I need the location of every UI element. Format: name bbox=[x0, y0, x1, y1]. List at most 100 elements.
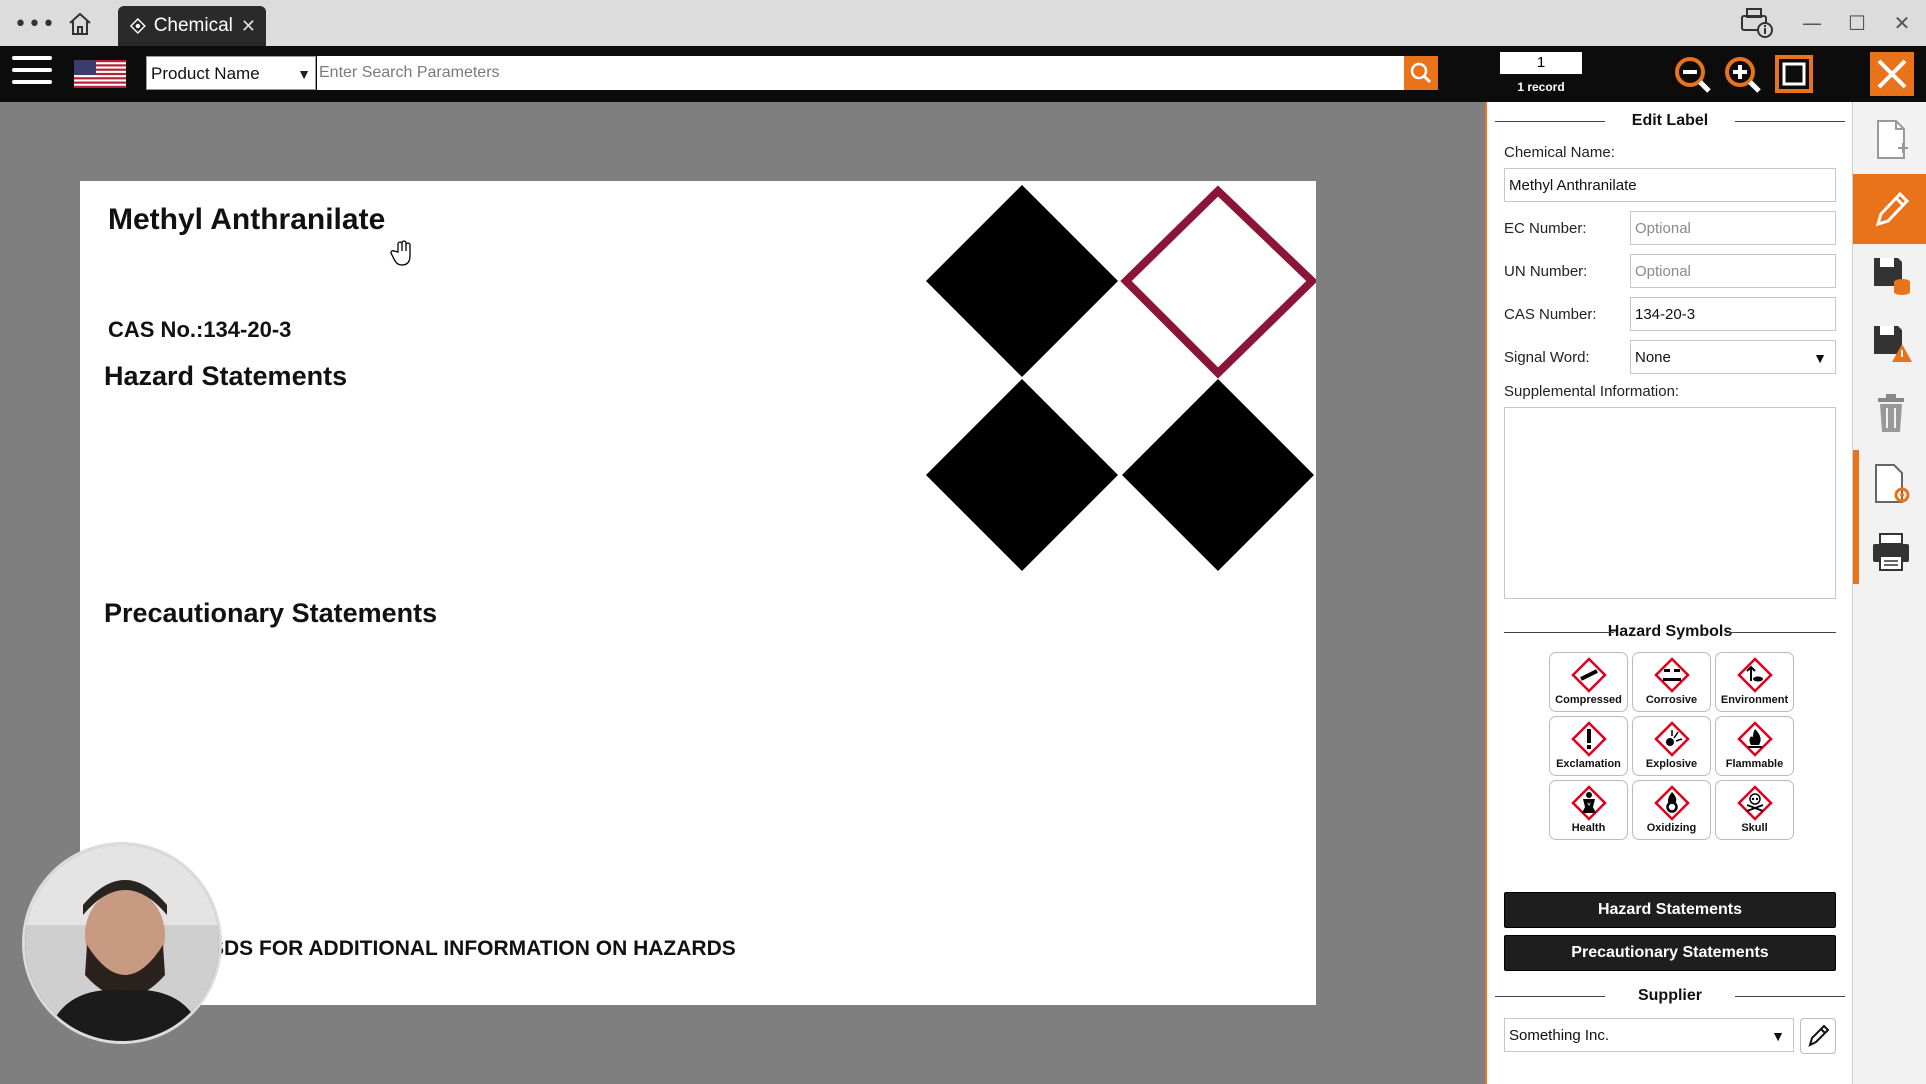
home-icon[interactable] bbox=[66, 10, 94, 38]
ec-number-field[interactable] bbox=[1630, 211, 1836, 245]
symbol-oxidizing-button[interactable]: Oxidizing bbox=[1632, 780, 1711, 840]
printer-icon[interactable] bbox=[1870, 530, 1912, 574]
chemical-name-field[interactable] bbox=[1504, 168, 1836, 202]
edit-label-panel: Edit Label Chemical Name: EC Number: UN … bbox=[1485, 102, 1852, 1084]
search-field-value: Product Name bbox=[151, 64, 260, 83]
symbol-label: Oxidizing bbox=[1646, 822, 1697, 834]
symbol-health-button[interactable]: Health bbox=[1549, 780, 1628, 840]
pictogram-grid bbox=[926, 185, 1316, 571]
pictogram-slot-2 bbox=[1120, 185, 1316, 379]
precautionary-statements-button[interactable]: Precautionary Statements bbox=[1504, 935, 1836, 971]
chevron-down-icon: ▼ bbox=[1813, 350, 1827, 366]
skull-crossbones-icon bbox=[1736, 785, 1773, 821]
symbol-label: Skull bbox=[1741, 822, 1768, 834]
zoom-out-icon[interactable] bbox=[1672, 54, 1712, 94]
title-bar: ••• Chemical ✕ — ☐ ✕ bbox=[0, 0, 1926, 46]
hazard-symbols-grid: Compressed Corrosive Environment Exclama… bbox=[1549, 652, 1795, 840]
menu-icon[interactable] bbox=[12, 56, 52, 92]
hazard-symbols-title: Hazard Symbols bbox=[1504, 623, 1836, 641]
flame-icon bbox=[1736, 721, 1773, 757]
presenter-video-icon bbox=[25, 845, 219, 1041]
environment-icon bbox=[1736, 657, 1773, 693]
search-button[interactable] bbox=[1404, 56, 1438, 90]
symbol-label: Environment bbox=[1720, 694, 1789, 706]
main-toolbar: Product Name ▼ 1 1 record bbox=[0, 46, 1926, 102]
signal-word-value: None bbox=[1635, 349, 1671, 366]
close-icon bbox=[1877, 59, 1907, 89]
chevron-down-icon: ▼ bbox=[1771, 1028, 1785, 1044]
symbol-label: Exclamation bbox=[1556, 758, 1621, 770]
close-editor-button[interactable] bbox=[1870, 52, 1914, 96]
ec-number-label: EC Number: bbox=[1504, 220, 1587, 237]
exploding-bomb-icon bbox=[1653, 721, 1690, 757]
new-file-icon[interactable] bbox=[1870, 118, 1912, 162]
symbol-explosive-button[interactable]: Explosive bbox=[1632, 716, 1711, 776]
un-number-label: UN Number: bbox=[1504, 263, 1588, 280]
maximize-icon[interactable]: ☐ bbox=[1842, 8, 1872, 38]
label-preview[interactable]: Methyl Anthranilate CAS No.:134-20-3 Haz… bbox=[80, 181, 1316, 1005]
supplier-value: Something Inc. bbox=[1509, 1027, 1610, 1044]
us-flag-icon[interactable] bbox=[74, 60, 126, 88]
symbol-environment-button[interactable]: Environment bbox=[1715, 652, 1794, 712]
edit-supplier-button[interactable] bbox=[1800, 1018, 1836, 1054]
supplemental-info-textarea[interactable] bbox=[1504, 407, 1836, 599]
edit-pencil-icon[interactable] bbox=[1870, 186, 1912, 230]
symbol-label: Flammable bbox=[1725, 758, 1784, 770]
symbol-exclamation-button[interactable]: Exclamation bbox=[1549, 716, 1628, 776]
tab-label: Chemical bbox=[153, 15, 233, 36]
symbol-label: Compressed bbox=[1555, 694, 1622, 706]
search-icon bbox=[1410, 62, 1432, 84]
zoom-in-icon[interactable] bbox=[1722, 54, 1762, 94]
search-input[interactable] bbox=[317, 56, 1404, 90]
hand-cursor-icon bbox=[390, 240, 411, 266]
pictogram-slot-1 bbox=[926, 185, 1118, 377]
symbol-label: Corrosive bbox=[1645, 694, 1698, 706]
cas-number-field[interactable] bbox=[1630, 297, 1836, 331]
symbol-label: Health bbox=[1571, 822, 1606, 834]
symbol-skull-button[interactable]: Skull bbox=[1715, 780, 1794, 840]
label-cas-number: CAS No.:134-20-3 bbox=[108, 317, 292, 342]
tab-chemical[interactable]: Chemical ✕ bbox=[118, 6, 266, 46]
printer-info-icon[interactable] bbox=[1738, 6, 1774, 40]
save-warning-icon[interactable] bbox=[1870, 322, 1912, 366]
gas-cylinder-icon bbox=[1570, 657, 1607, 693]
symbol-compressed-button[interactable]: Compressed bbox=[1549, 652, 1628, 712]
chevron-down-icon: ▼ bbox=[297, 66, 311, 82]
signal-word-select[interactable]: None ▼ bbox=[1630, 340, 1836, 374]
minimize-icon[interactable]: — bbox=[1797, 8, 1827, 38]
trash-icon[interactable] bbox=[1870, 392, 1912, 436]
label-hazard-heading: Hazard Statements bbox=[104, 361, 348, 391]
record-count: 1 record bbox=[1517, 80, 1565, 94]
more-dots-icon[interactable]: ••• bbox=[14, 12, 56, 37]
file-settings-icon[interactable] bbox=[1870, 462, 1912, 506]
symbol-label: Explosive bbox=[1645, 758, 1698, 770]
symbol-flammable-button[interactable]: Flammable bbox=[1715, 716, 1794, 776]
tab-close-icon[interactable]: ✕ bbox=[241, 16, 256, 37]
flame-over-circle-icon bbox=[1653, 785, 1690, 821]
corrosion-icon bbox=[1653, 657, 1690, 693]
save-database-icon[interactable] bbox=[1870, 254, 1912, 298]
search-field-select[interactable]: Product Name ▼ bbox=[146, 56, 316, 90]
window-close-icon[interactable]: ✕ bbox=[1887, 8, 1917, 38]
webcam-overlay bbox=[22, 842, 222, 1044]
supplier-select[interactable]: Something Inc. ▼ bbox=[1504, 1018, 1794, 1052]
label-footer-text: SDS FOR ADDITIONAL INFORMATION ON HAZARD… bbox=[210, 937, 736, 960]
label-chemical-name: Methyl Anthranilate bbox=[108, 203, 386, 236]
health-hazard-icon bbox=[1570, 785, 1607, 821]
hazard-statements-button[interactable]: Hazard Statements bbox=[1504, 892, 1836, 928]
supplier-title: Supplier bbox=[1495, 987, 1845, 1005]
exclamation-icon bbox=[1570, 721, 1607, 757]
diamond-tab-icon bbox=[130, 18, 146, 34]
label-precautionary-heading: Precautionary Statements bbox=[104, 598, 438, 628]
record-number-input[interactable]: 1 bbox=[1500, 52, 1582, 74]
symbol-corrosive-button[interactable]: Corrosive bbox=[1632, 652, 1711, 712]
signal-word-label: Signal Word: bbox=[1504, 349, 1590, 366]
cas-number-label: CAS Number: bbox=[1504, 306, 1597, 323]
chemical-name-label: Chemical Name: bbox=[1504, 144, 1615, 161]
right-toolbar bbox=[1852, 102, 1926, 1084]
supplemental-info-label: Supplemental Information: bbox=[1504, 383, 1680, 400]
pencil-icon bbox=[1808, 1024, 1830, 1047]
tool-group-marker bbox=[1853, 450, 1859, 584]
fit-to-screen-icon[interactable] bbox=[1774, 54, 1814, 94]
un-number-field[interactable] bbox=[1630, 254, 1836, 288]
